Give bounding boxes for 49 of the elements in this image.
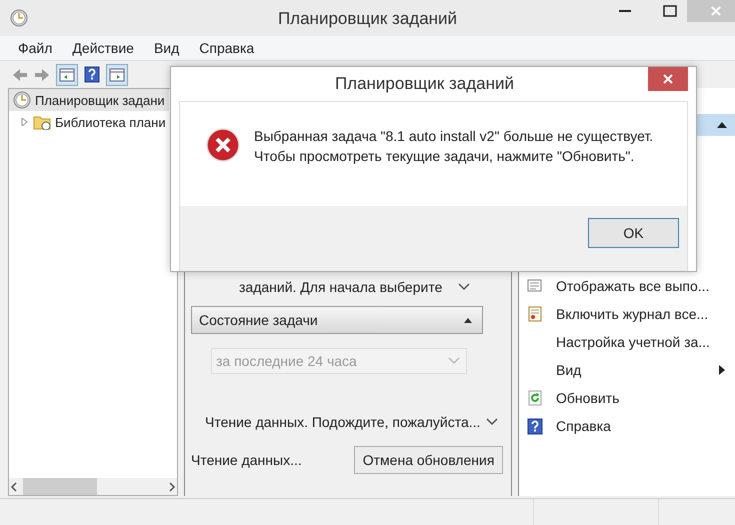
- journal-icon: [527, 306, 543, 322]
- window-title: Планировщик заданий: [278, 9, 458, 29]
- action-item[interactable]: Вид: [519, 356, 735, 384]
- menu-item[interactable]: Справка: [189, 40, 264, 56]
- status-text: Чтение данных...: [191, 452, 302, 468]
- menu-item[interactable]: Действие: [62, 40, 144, 56]
- action-item[interactable]: Справка: [519, 412, 735, 440]
- chevron-down-icon[interactable]: [458, 283, 470, 291]
- list-icon: [527, 278, 543, 294]
- scroll-right-icon: [167, 482, 177, 492]
- ok-button[interactable]: OK: [588, 218, 679, 248]
- action-item[interactable]: Включить журнал все...: [519, 300, 735, 328]
- help-icon: [527, 418, 543, 434]
- menu-item[interactable]: Вид: [144, 40, 190, 56]
- horizontal-scrollbar[interactable]: [9, 478, 177, 495]
- folder-clock-icon: [33, 114, 51, 130]
- tree-item[interactable]: Библиотека плани: [17, 111, 170, 133]
- clock-icon: [10, 9, 28, 27]
- action-item[interactable]: Обновить: [519, 384, 735, 412]
- period-dropdown: за последние 24 часа: [211, 348, 467, 374]
- description-text: заданий. Для начала выберите: [239, 279, 442, 295]
- tree-item[interactable]: Планировщик задани: [9, 89, 169, 111]
- message-text: Выбранная задача "8.1 auto install v2" больше не существует.: [254, 128, 654, 144]
- maximize-icon: [662, 5, 676, 17]
- submenu-arrow-icon: [719, 365, 725, 375]
- collapse-arrow-icon: [464, 318, 472, 322]
- close-icon: [710, 5, 722, 17]
- panel-icon[interactable]: [106, 64, 128, 86]
- collapse-arrow-icon: [717, 122, 727, 128]
- chevron-down-icon[interactable]: [486, 418, 498, 426]
- minimize-icon: [618, 10, 630, 12]
- dialog-title: Планировщик заданий: [334, 74, 516, 94]
- dialog-close-button[interactable]: [648, 67, 688, 91]
- expand-arrow-icon[interactable]: [21, 118, 29, 126]
- loading-text: Чтение данных. Подождите, пожалуйста...: [205, 414, 480, 430]
- panel-icon[interactable]: [56, 64, 78, 86]
- error-icon: [206, 128, 240, 162]
- action-item[interactable]: Отображать все выпо...: [519, 272, 735, 300]
- section-header[interactable]: Состояние задачи: [191, 306, 483, 334]
- refresh-icon: [527, 390, 543, 406]
- close-icon: [662, 73, 674, 85]
- menu-item[interactable]: Файл: [8, 40, 62, 56]
- cancel-refresh-button[interactable]: Отмена обновления: [354, 446, 504, 474]
- message-text: Чтобы просмотреть текущие задачи, нажмите "Обновить".: [254, 148, 636, 164]
- action-item[interactable]: Настройка учетной за...: [519, 328, 735, 356]
- clock-icon: [13, 91, 31, 109]
- chevron-down-icon: [448, 357, 460, 365]
- scroll-left-icon: [9, 482, 19, 492]
- help-icon[interactable]: [84, 66, 100, 83]
